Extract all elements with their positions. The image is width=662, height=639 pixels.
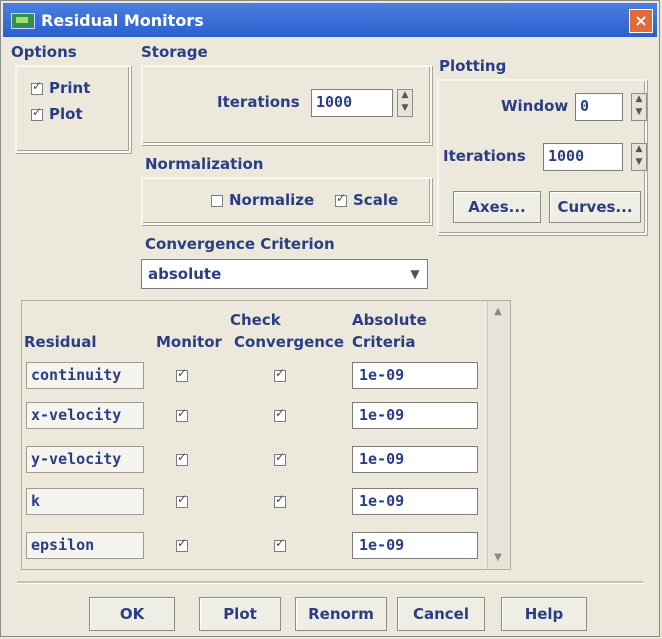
residual-monitors-dialog: Residual Monitors × Options Print Plot S…: [0, 0, 660, 637]
normalize-check-icon: [211, 194, 223, 207]
check-convergence-checkbox[interactable]: [274, 492, 286, 508]
scale-checkbox[interactable]: Scale: [335, 191, 398, 209]
absolute-criteria-input[interactable]: 1e-09: [352, 488, 478, 515]
options-heading: Options: [11, 43, 77, 61]
monitor-checkbox[interactable]: [176, 492, 188, 508]
spin-up-icon[interactable]: ▲: [632, 94, 646, 107]
col-absolute-header-line1: Absolute: [352, 311, 427, 329]
col-residual-header: Residual: [24, 333, 97, 351]
print-checkbox[interactable]: Print: [31, 79, 90, 97]
residual-name: epsilon: [26, 532, 144, 559]
scroll-down-icon[interactable]: ▼: [490, 549, 506, 567]
plotting-window-label: Window: [501, 97, 569, 115]
col-absolute-header-line2: Criteria: [352, 333, 416, 351]
table-row: continuity 1e-09: [22, 358, 487, 394]
check-convergence-checkbox[interactable]: [274, 450, 286, 466]
residual-name: x-velocity: [26, 402, 144, 429]
spin-down-icon[interactable]: ▼: [632, 107, 646, 120]
curves-button[interactable]: Curves...: [549, 191, 641, 223]
table-row: k 1e-09: [22, 484, 487, 520]
ok-button[interactable]: OK: [89, 597, 175, 631]
monitor-checkbox[interactable]: [176, 366, 188, 382]
spin-down-icon[interactable]: ▼: [632, 157, 646, 170]
plot-checkbox[interactable]: Plot: [31, 105, 83, 123]
scroll-up-icon[interactable]: ▲: [490, 303, 506, 321]
table-row: y-velocity 1e-09: [22, 442, 487, 478]
check-convergence-checkbox[interactable]: [274, 366, 286, 382]
plotting-window-spinner[interactable]: ▲ ▼: [631, 93, 647, 121]
window-title: Residual Monitors: [41, 11, 204, 30]
monitor-checkbox[interactable]: [176, 450, 188, 466]
plot-button[interactable]: Plot: [199, 597, 281, 631]
col-check-header-line1: Check: [230, 311, 281, 329]
storage-iterations-input[interactable]: 1000: [311, 89, 393, 117]
convergence-criterion-select[interactable]: absolute ▼: [141, 259, 428, 289]
residual-name: k: [26, 488, 144, 515]
monitor-checkbox[interactable]: [176, 536, 188, 552]
monitor-checkbox[interactable]: [176, 406, 188, 422]
table-row: epsilon 1e-09: [22, 528, 487, 564]
col-check-header-line2: Convergence: [234, 333, 344, 351]
spin-up-icon[interactable]: ▲: [632, 144, 646, 157]
plotting-iterations-spinner[interactable]: ▲ ▼: [631, 143, 647, 171]
table-scrollbar[interactable]: ▲ ▼: [487, 301, 510, 569]
residual-name: y-velocity: [26, 446, 144, 473]
storage-iterations-label: Iterations: [217, 93, 300, 111]
normalization-heading: Normalization: [145, 155, 264, 173]
plotting-heading: Plotting: [439, 57, 507, 75]
absolute-criteria-input[interactable]: 1e-09: [352, 362, 478, 389]
plot-check-icon: [31, 105, 43, 121]
plotting-window-input[interactable]: 0: [575, 93, 623, 121]
spin-up-icon[interactable]: ▲: [398, 90, 412, 103]
convergence-selected-value: absolute: [148, 265, 222, 283]
app-icon: [11, 13, 35, 29]
convergence-heading: Convergence Criterion: [145, 235, 335, 253]
table-row: x-velocity 1e-09: [22, 398, 487, 434]
axes-button[interactable]: Axes...: [453, 191, 541, 223]
spin-down-icon[interactable]: ▼: [398, 103, 412, 116]
storage-iterations-spinner[interactable]: ▲ ▼: [397, 89, 413, 117]
print-check-icon: [31, 79, 43, 95]
check-convergence-checkbox[interactable]: [274, 406, 286, 422]
renorm-button[interactable]: Renorm: [295, 597, 387, 631]
scale-check-icon: [335, 191, 347, 207]
title-bar[interactable]: Residual Monitors ×: [3, 3, 657, 37]
storage-heading: Storage: [141, 43, 208, 61]
plotting-iterations-input[interactable]: 1000: [543, 143, 623, 171]
normalize-checkbox[interactable]: Normalize: [211, 191, 314, 209]
check-convergence-checkbox[interactable]: [274, 536, 286, 552]
residual-table: Residual Monitor Check Convergence Absol…: [21, 300, 511, 570]
chevron-down-icon[interactable]: ▼: [407, 265, 423, 283]
absolute-criteria-input[interactable]: 1e-09: [352, 532, 478, 559]
absolute-criteria-input[interactable]: 1e-09: [352, 402, 478, 429]
plotting-iterations-label: Iterations: [443, 147, 526, 165]
residual-name: continuity: [26, 362, 144, 389]
absolute-criteria-input[interactable]: 1e-09: [352, 446, 478, 473]
close-button[interactable]: ×: [629, 9, 653, 33]
col-monitor-header: Monitor: [156, 333, 222, 351]
cancel-button[interactable]: Cancel: [397, 597, 485, 631]
button-separator: [17, 581, 643, 584]
help-button[interactable]: Help: [501, 597, 587, 631]
